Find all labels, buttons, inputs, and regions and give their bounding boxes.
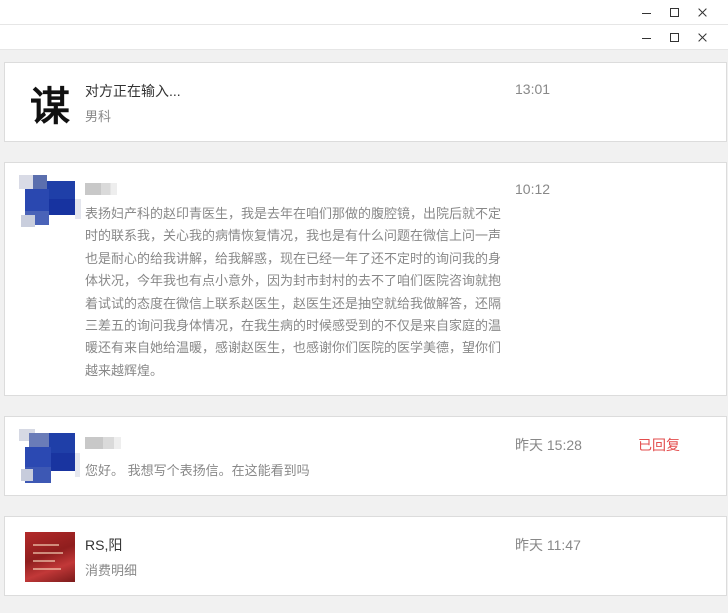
conversation-item[interactable]: 表扬妇产科的赵印青医生，我是去年在咱们那做的腹腔镜，出院后就不定时的联系我，关心…: [4, 162, 727, 396]
message-time: 昨天 15:28: [515, 437, 582, 453]
inner-close-button[interactable]: [688, 25, 716, 49]
inner-title-bar: [0, 25, 728, 50]
conversation-item[interactable]: RS,阳 消费明细 昨天 11:47: [4, 516, 727, 596]
contact-name: RS,阳: [85, 537, 123, 553]
minimize-button[interactable]: [632, 0, 660, 24]
avatar: [19, 429, 80, 483]
contact-subtitle: 男科: [85, 109, 112, 124]
message-time: 13:01: [515, 81, 551, 97]
message-text: 表扬妇产科的赵印青医生，我是去年在咱们那做的腹腔镜，出院后就不定时的联系我，关心…: [85, 206, 502, 378]
blurred-name: [85, 183, 117, 195]
conversation-item[interactable]: 您好。 我想写个表扬信。在这能看到吗 昨天 15:28 已回复: [4, 416, 727, 496]
logo-avatar-icon: 谋: [30, 83, 70, 128]
inner-maximize-button[interactable]: [660, 25, 688, 49]
avatar: [25, 532, 75, 582]
message-time: 昨天 11:47: [515, 537, 581, 553]
blurred-name: [85, 437, 121, 449]
message-preview: 您好。 我想写个表扬信。在这能看到吗: [85, 463, 310, 478]
message-preview: 消费明细: [85, 563, 138, 578]
contact-name: 对方正在输入...: [85, 83, 181, 99]
minimize-icon: [641, 37, 651, 39]
close-icon: [697, 7, 708, 18]
status-badge: 已回复: [638, 437, 680, 453]
maximize-button[interactable]: [660, 0, 688, 24]
maximize-icon: [669, 32, 679, 42]
close-icon: [697, 32, 708, 43]
avatar: [19, 175, 81, 227]
title-bar: [0, 0, 728, 25]
minimize-icon: [641, 12, 651, 14]
inner-minimize-button[interactable]: [632, 25, 660, 49]
avatar: 谋: [25, 78, 75, 128]
maximize-icon: [669, 7, 679, 17]
conversation-item[interactable]: 谋 对方正在输入... 男科 13:01: [4, 62, 727, 142]
close-button[interactable]: [688, 0, 716, 24]
photo-avatar-icon: [25, 532, 75, 582]
message-time: 10:12: [515, 181, 551, 197]
